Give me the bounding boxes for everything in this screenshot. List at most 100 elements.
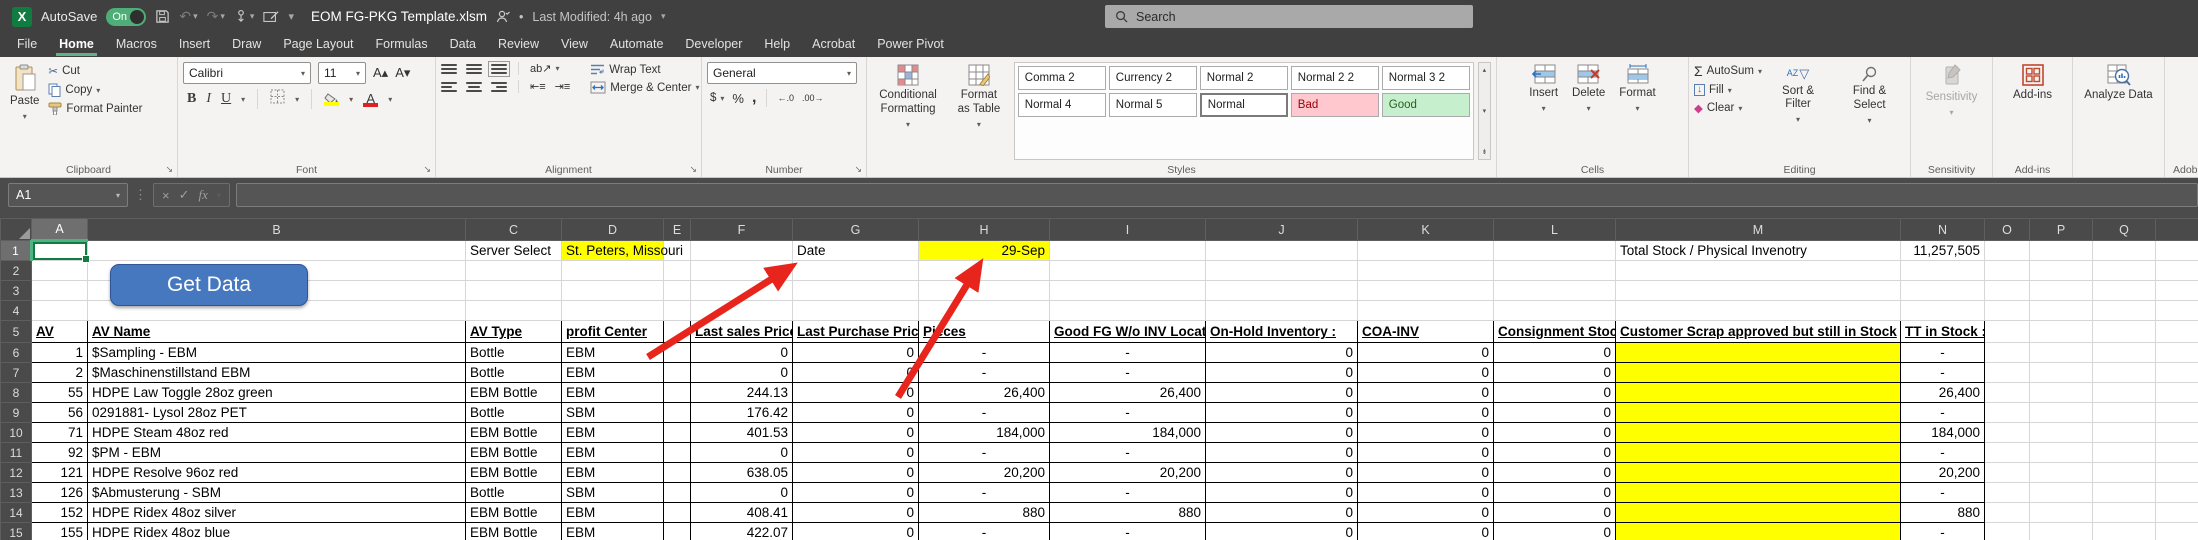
row-header-12[interactable]: 12 xyxy=(1,463,32,483)
cell-A1[interactable] xyxy=(32,241,88,261)
accounting-format-button[interactable]: $▾ xyxy=(710,92,724,104)
cell-B8[interactable]: HDPE Law Toggle 28oz green xyxy=(88,383,466,403)
align-middle-button[interactable] xyxy=(466,64,482,74)
column-header-F[interactable]: F xyxy=(691,219,793,241)
cell-L13[interactable]: 0 xyxy=(1494,483,1616,503)
column-header-P[interactable]: P xyxy=(2030,219,2093,241)
column-header-D[interactable]: D xyxy=(562,219,664,241)
cell-G8[interactable]: 0 xyxy=(793,383,919,403)
wrap-text-button[interactable]: Wrap Text xyxy=(590,63,699,76)
cell-D6[interactable]: EBM xyxy=(562,343,664,363)
cell-H1[interactable]: 29-Sep xyxy=(919,241,1050,261)
fill-button[interactable]: ↓Fill▾ xyxy=(1694,84,1762,96)
cell-A4[interactable] xyxy=(32,301,88,321)
cell-I15[interactable]: - xyxy=(1050,523,1206,540)
cell-P12[interactable] xyxy=(2030,463,2093,483)
cell-I13[interactable]: - xyxy=(1050,483,1206,503)
cell-G12[interactable]: 0 xyxy=(793,463,919,483)
touch-mode-button[interactable]: ▾ xyxy=(234,9,255,24)
row-header-13[interactable]: 13 xyxy=(1,483,32,503)
font-size-select[interactable]: 11▾ xyxy=(318,62,366,84)
cell-N9[interactable]: - xyxy=(1901,403,1985,423)
cell-J6[interactable]: 0 xyxy=(1206,343,1358,363)
cell-K1[interactable] xyxy=(1358,241,1494,261)
cell-H4[interactable] xyxy=(919,301,1050,321)
cell-M8[interactable] xyxy=(1616,383,1901,403)
cell-L7[interactable]: 0 xyxy=(1494,363,1616,383)
cell-N10[interactable]: 184,000 xyxy=(1901,423,1985,443)
cell-Q4[interactable] xyxy=(2093,301,2156,321)
cell-K8[interactable]: 0 xyxy=(1358,383,1494,403)
cell-A11[interactable]: 92 xyxy=(32,443,88,463)
row-header-15[interactable]: 15 xyxy=(1,523,32,540)
name-box[interactable]: A1 ▾ xyxy=(8,183,128,207)
cell-P4[interactable] xyxy=(2030,301,2093,321)
cell-P5[interactable] xyxy=(2030,321,2093,343)
style-normal-4[interactable]: Normal 4 xyxy=(1018,93,1106,117)
cell-J5[interactable]: On-Hold Inventory : xyxy=(1206,321,1358,343)
cell-O5[interactable] xyxy=(1985,321,2030,343)
cell-A10[interactable]: 71 xyxy=(32,423,88,443)
cell-Q11[interactable] xyxy=(2093,443,2156,463)
cell-A9[interactable]: 56 xyxy=(32,403,88,423)
tab-view[interactable]: View xyxy=(550,33,599,57)
cell-G7[interactable]: 0 xyxy=(793,363,919,383)
cancel-entry-icon[interactable]: × xyxy=(162,188,170,203)
cell-C1[interactable]: Server Select xyxy=(466,241,562,261)
cell-H15[interactable]: - xyxy=(919,523,1050,540)
cell-B9[interactable]: 0291881- Lysol 28oz PET xyxy=(88,403,466,423)
cell-L4[interactable] xyxy=(1494,301,1616,321)
style-bad[interactable]: Bad xyxy=(1291,93,1379,117)
cell-L3[interactable] xyxy=(1494,281,1616,301)
cell-J13[interactable]: 0 xyxy=(1206,483,1358,503)
cell-J8[interactable]: 0 xyxy=(1206,383,1358,403)
cell-D5[interactable]: profit Center xyxy=(562,321,664,343)
cell-I3[interactable] xyxy=(1050,281,1206,301)
cell-D3[interactable] xyxy=(562,281,664,301)
column-header-N[interactable]: N xyxy=(1901,219,1985,241)
autosave-toggle[interactable]: On xyxy=(106,8,146,26)
cell-E15[interactable] xyxy=(664,523,691,540)
cell-C4[interactable] xyxy=(466,301,562,321)
addins-button[interactable]: Add-ins xyxy=(2008,62,2057,160)
cell-E2[interactable] xyxy=(664,261,691,281)
cell-A13[interactable]: 126 xyxy=(32,483,88,503)
cell-A8[interactable]: 55 xyxy=(32,383,88,403)
cell-B1[interactable] xyxy=(88,241,466,261)
cell-C15[interactable]: EBM Bottle xyxy=(466,523,562,540)
tab-automate[interactable]: Automate xyxy=(599,33,675,57)
row-header-3[interactable]: 3 xyxy=(1,281,32,301)
cell-L6[interactable]: 0 xyxy=(1494,343,1616,363)
cell-M14[interactable] xyxy=(1616,503,1901,523)
insert-function-icon[interactable]: fx xyxy=(199,187,208,203)
cell-C11[interactable]: EBM Bottle xyxy=(466,443,562,463)
cell-K14[interactable]: 0 xyxy=(1358,503,1494,523)
cell-F5[interactable]: Last sales Price xyxy=(691,321,793,343)
number-format-select[interactable]: General▾ xyxy=(707,62,857,84)
cell-I9[interactable]: - xyxy=(1050,403,1206,423)
cell-J12[interactable]: 0 xyxy=(1206,463,1358,483)
cell-B15[interactable]: HDPE Ridex 48oz blue xyxy=(88,523,466,540)
comma-style-button[interactable]: , xyxy=(752,89,756,107)
percent-style-button[interactable]: % xyxy=(732,91,744,106)
confirm-entry-icon[interactable]: ✓ xyxy=(179,187,190,203)
cell-J9[interactable]: 0 xyxy=(1206,403,1358,423)
cell-M11[interactable] xyxy=(1616,443,1901,463)
cell-K11[interactable]: 0 xyxy=(1358,443,1494,463)
underline-button[interactable]: U xyxy=(221,91,231,107)
decrease-decimal-button[interactable]: .00→ xyxy=(802,93,824,103)
row-header-10[interactable]: 10 xyxy=(1,423,32,443)
cell-P3[interactable] xyxy=(2030,281,2093,301)
number-dialog-launcher[interactable]: ↘ xyxy=(854,164,862,175)
cell-H12[interactable]: 20,200 xyxy=(919,463,1050,483)
cell-G3[interactable] xyxy=(793,281,919,301)
cell-B11[interactable]: $PM - EBM xyxy=(88,443,466,463)
cell-K5[interactable]: COA-INV xyxy=(1358,321,1494,343)
decrease-indent-button[interactable]: ⇤≡ xyxy=(530,80,546,93)
cell-J2[interactable] xyxy=(1206,261,1358,281)
cell-G11[interactable]: 0 xyxy=(793,443,919,463)
grow-font-button[interactable]: A▴ xyxy=(373,65,388,81)
cell-L12[interactable]: 0 xyxy=(1494,463,1616,483)
gallery-more-icon[interactable]: ⇟ xyxy=(1481,148,1487,156)
conditional-formatting-button[interactable]: Conditional Formatting ▾ xyxy=(872,62,944,160)
